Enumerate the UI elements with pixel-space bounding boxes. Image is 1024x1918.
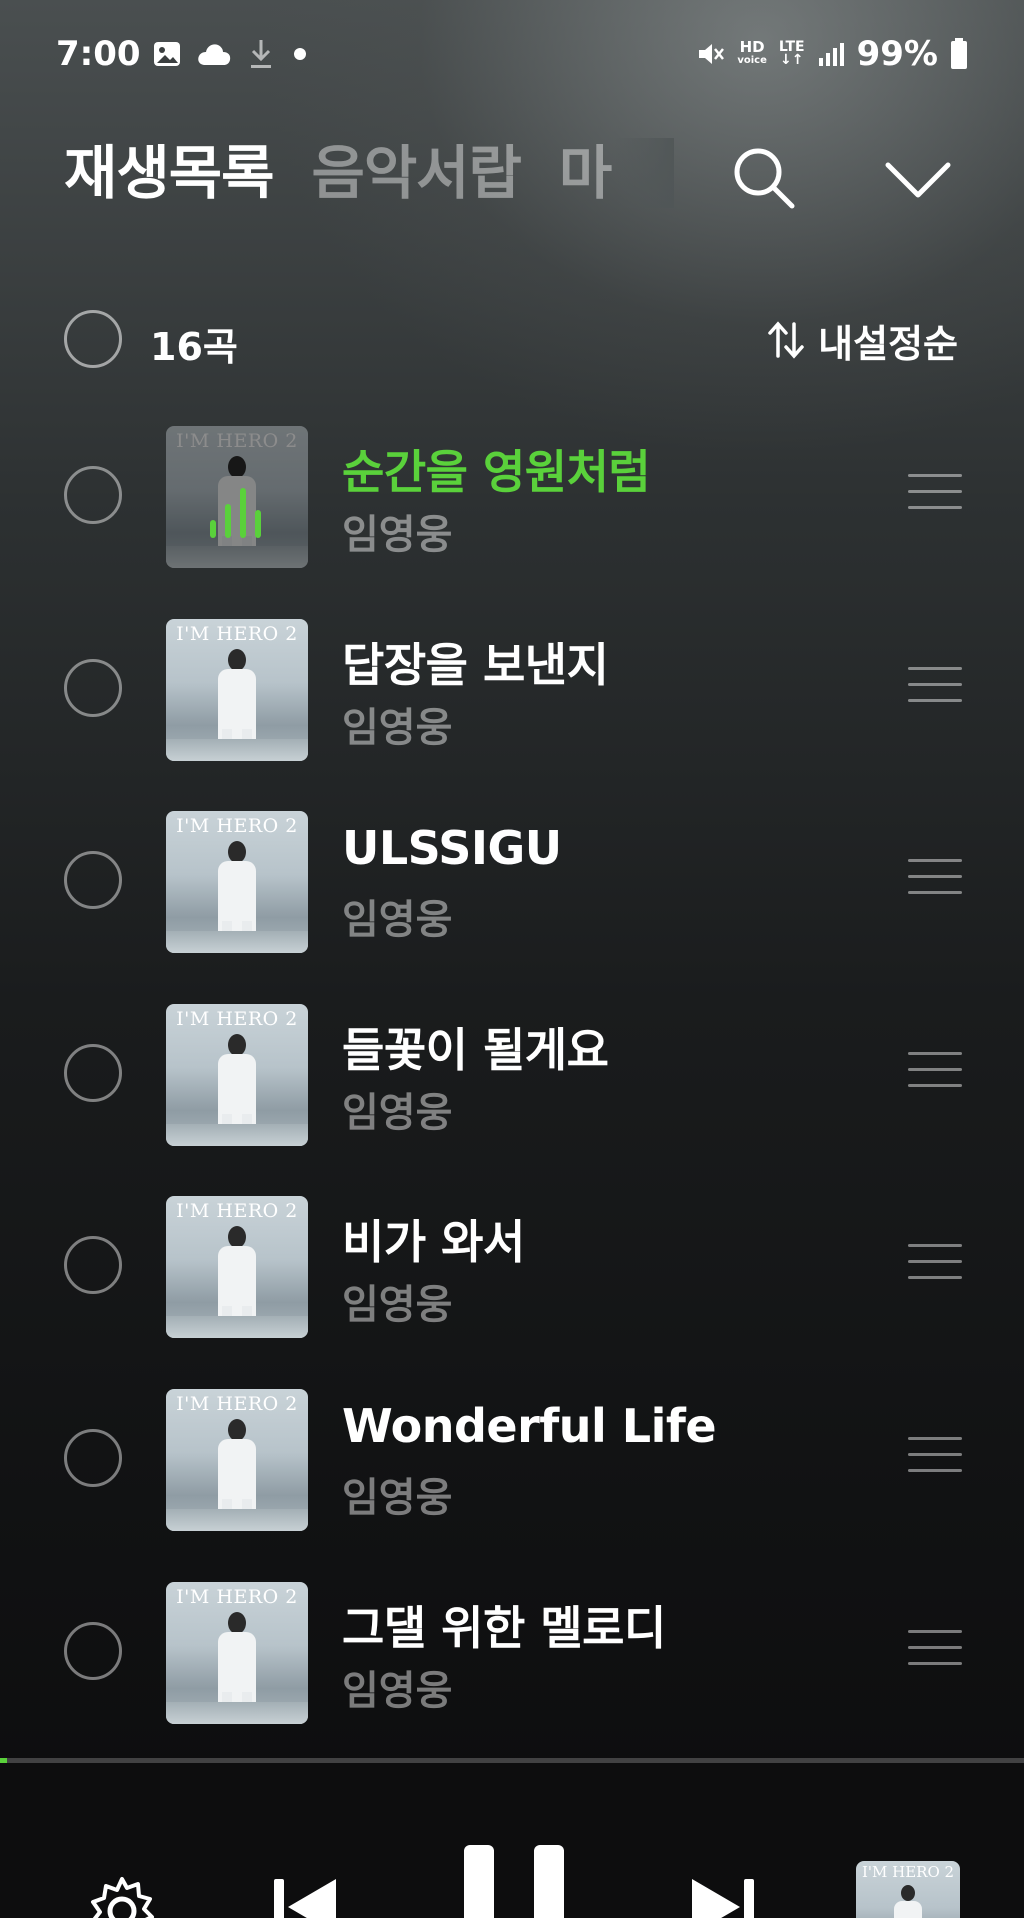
search-button[interactable] bbox=[728, 142, 798, 212]
album-art: I'M HERO 2 bbox=[166, 1581, 308, 1724]
skip-next-icon bbox=[692, 1879, 754, 1918]
sort-button[interactable]: 내설정순 bbox=[766, 312, 958, 368]
previous-track-button[interactable] bbox=[270, 1871, 342, 1918]
track-artist: 임영웅 bbox=[342, 1089, 453, 1136]
notification-dot-icon bbox=[294, 48, 306, 60]
album-art-title: I'M HERO 2 bbox=[176, 1200, 298, 1223]
now-playing-equalizer-icon bbox=[210, 486, 266, 538]
hd-voice-icon: HD voice bbox=[737, 38, 767, 67]
pause-bar-right bbox=[534, 1845, 564, 1918]
track-select-checkbox[interactable] bbox=[64, 1621, 122, 1680]
chevron-down-icon bbox=[885, 162, 951, 198]
battery-icon bbox=[951, 38, 967, 69]
track-select-checkbox[interactable] bbox=[64, 466, 122, 524]
drag-handle-icon[interactable] bbox=[908, 857, 962, 897]
gear-icon bbox=[91, 1877, 154, 1918]
album-art: I'M HERO 2 bbox=[166, 1196, 308, 1339]
battery-percent: 99% bbox=[856, 34, 938, 74]
cloud-icon bbox=[198, 44, 231, 65]
track-row[interactable]: I'M HERO 2 ULSSIGU 임영웅 bbox=[0, 803, 1024, 996]
track-select-checkbox[interactable] bbox=[64, 658, 122, 717]
tab-playlist[interactable]: 재생목록 bbox=[64, 138, 274, 208]
track-list: I'M HERO 2 순간을 영원처럼 임영웅 I'M HERO 2 답장을 보낸지 임영… bbox=[0, 418, 1024, 1766]
track-title: Wonderful Life bbox=[342, 1398, 717, 1453]
drag-handle-icon[interactable] bbox=[908, 1242, 962, 1282]
track-row[interactable]: I'M HERO 2 비가 와서임영웅 bbox=[0, 1188, 1024, 1381]
now-playing-album-art[interactable]: I'M HERO 2 bbox=[856, 1861, 960, 1918]
select-all-checkbox[interactable] bbox=[64, 310, 122, 368]
player-controls: I'M HERO 2 bbox=[0, 1763, 1024, 1918]
track-title: ULSSIGU bbox=[342, 821, 562, 876]
pause-button[interactable] bbox=[464, 1845, 564, 1918]
album-art-title: I'M HERO 2 bbox=[176, 430, 298, 452]
track-artist: 임영웅 bbox=[342, 512, 453, 558]
list-header: 16곡 내설정순 bbox=[0, 300, 1024, 380]
skip-previous-icon bbox=[274, 1879, 336, 1918]
track-title: 비가 와서 bbox=[342, 1215, 525, 1270]
drag-handle-icon[interactable] bbox=[908, 1050, 962, 1090]
pause-bar-left bbox=[464, 1845, 494, 1918]
drag-handle-icon[interactable] bbox=[908, 1628, 962, 1668]
signal-icon bbox=[818, 43, 844, 66]
drag-handle-icon[interactable] bbox=[908, 1435, 962, 1475]
track-row[interactable]: I'M HERO 2 들꽃이 될게요임영웅 bbox=[0, 996, 1024, 1189]
album-art-title: I'M HERO 2 bbox=[861, 1863, 955, 1881]
album-art-title: I'M HERO 2 bbox=[176, 622, 298, 645]
top-tabs: 재생목록 음악서랍 마 bbox=[64, 138, 674, 208]
track-artist: 임영웅 bbox=[342, 704, 453, 751]
album-art: I'M HERO 2 bbox=[166, 1003, 308, 1146]
album-art: I'M HERO 2 bbox=[166, 811, 308, 954]
tab-music-drawer[interactable]: 음악서랍 bbox=[311, 138, 521, 208]
track-artist: 임영웅 bbox=[342, 1667, 453, 1714]
track-artist: 임영웅 bbox=[342, 897, 453, 944]
mute-icon bbox=[699, 44, 725, 64]
music-player-screen: 7:00 HD voice LTE ↓↑ 99% 재생목록 음악서랍 마 16곡… bbox=[0, 0, 1024, 1918]
track-select-checkbox[interactable] bbox=[64, 1043, 122, 1102]
download-icon bbox=[251, 40, 271, 68]
sort-label: 내설정순 bbox=[818, 321, 958, 366]
status-time: 7:00 bbox=[56, 34, 141, 74]
album-art-title: I'M HERO 2 bbox=[176, 815, 298, 838]
lte-icon: LTE ↓↑ bbox=[778, 39, 805, 68]
track-title: 들꽃이 될게요 bbox=[342, 1022, 609, 1077]
collapse-button[interactable] bbox=[878, 145, 958, 215]
drag-handle-icon[interactable] bbox=[908, 472, 962, 512]
track-select-checkbox[interactable] bbox=[64, 1428, 122, 1487]
track-count: 16곡 bbox=[150, 325, 238, 369]
track-select-checkbox[interactable] bbox=[64, 1236, 122, 1295]
track-title: 답장을 보낸지 bbox=[342, 637, 609, 692]
track-artist: 임영웅 bbox=[342, 1282, 453, 1329]
album-art: I'M HERO 2 bbox=[166, 1388, 308, 1531]
tab-next[interactable]: 마 bbox=[559, 138, 612, 208]
track-title: 그댈 위한 멜로디 bbox=[342, 1600, 666, 1655]
album-art-title: I'M HERO 2 bbox=[176, 1007, 298, 1030]
album-art-title: I'M HERO 2 bbox=[176, 1392, 298, 1415]
track-row[interactable]: I'M HERO 2 답장을 보낸지임영웅 bbox=[0, 611, 1024, 804]
album-art: I'M HERO 2 bbox=[166, 618, 308, 761]
next-track-button[interactable] bbox=[686, 1871, 758, 1918]
track-select-checkbox[interactable] bbox=[64, 851, 122, 910]
sort-arrows-icon bbox=[768, 321, 804, 359]
gallery-icon bbox=[154, 42, 180, 66]
track-artist: 임영웅 bbox=[342, 1474, 453, 1521]
track-row[interactable]: I'M HERO 2 그댈 위한 멜로디임영웅 bbox=[0, 1574, 1024, 1767]
settings-button[interactable] bbox=[86, 1875, 158, 1918]
track-row[interactable]: I'M HERO 2 Wonderful Life 임영웅 bbox=[0, 1381, 1024, 1574]
track-row[interactable]: I'M HERO 2 순간을 영원처럼임영웅 bbox=[0, 418, 1024, 611]
status-bar: 7:00 HD voice LTE ↓↑ 99% bbox=[0, 0, 1024, 110]
drag-handle-icon[interactable] bbox=[908, 665, 962, 705]
track-title: 순간을 영원처럼 bbox=[342, 445, 651, 499]
album-art-title: I'M HERO 2 bbox=[176, 1585, 298, 1608]
search-icon bbox=[734, 148, 795, 209]
